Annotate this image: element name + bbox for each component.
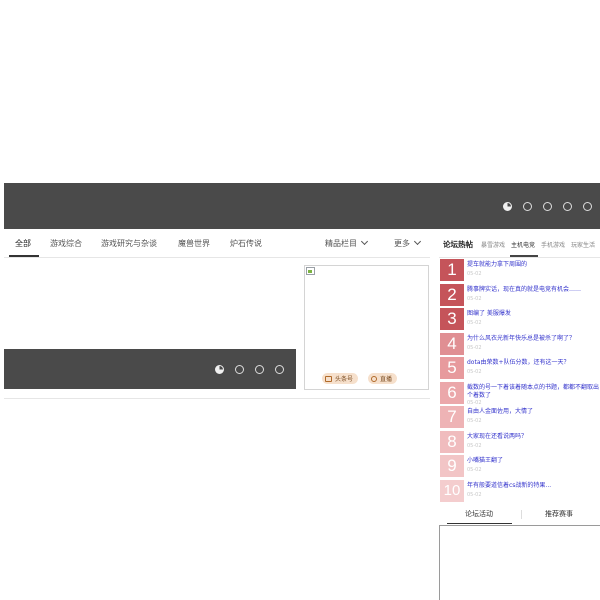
post-title[interactable]: 小嘴猫王翻了 bbox=[467, 457, 600, 465]
post-date: 05-02 bbox=[467, 418, 482, 424]
video-card[interactable]: 头条号 直播 bbox=[304, 265, 429, 390]
post-title[interactable]: 提车就能力拿下周围的 bbox=[467, 261, 600, 269]
tab-game-research[interactable]: 游戏研究与杂谈 bbox=[101, 238, 157, 249]
slider-dot[interactable] bbox=[235, 365, 244, 374]
slider-dot[interactable] bbox=[215, 365, 224, 374]
headline-badge[interactable]: 头条号 bbox=[322, 373, 359, 384]
featured-columns-dropdown[interactable]: 精品栏目 bbox=[325, 237, 369, 249]
banner-dot[interactable] bbox=[563, 202, 572, 211]
banner-dot[interactable] bbox=[503, 202, 512, 211]
badge-label: 直播 bbox=[380, 376, 393, 383]
post-title[interactable]: 图编了 美服爆发 bbox=[467, 310, 600, 318]
list-item[interactable]: 2 腾事牌实话，现在真的就是电竞有机会…… 05-02 bbox=[440, 283, 600, 308]
rank-number: 10 bbox=[440, 479, 464, 502]
tab-warcraft[interactable]: 魔兽世界 bbox=[178, 238, 210, 249]
more-dropdown[interactable]: 更多 bbox=[394, 237, 422, 249]
tab-forum-activity[interactable]: 论坛活动 bbox=[465, 509, 493, 519]
post-title[interactable]: 自由人金面佐用，大情了 bbox=[467, 408, 600, 416]
list-item[interactable]: 1 提车就能力拿下周围的 05-02 bbox=[440, 258, 600, 283]
rank-number: 2 bbox=[440, 283, 464, 306]
list-item[interactable]: 8 大家现在还看说两吗？ 05-02 bbox=[440, 430, 600, 455]
post-date: 05-02 bbox=[467, 295, 482, 302]
rank-number: 9 bbox=[440, 455, 464, 477]
rank-number: 8 bbox=[440, 430, 464, 453]
top-banner bbox=[4, 183, 600, 229]
badge-label: 头条号 bbox=[335, 376, 354, 383]
link-icon bbox=[371, 375, 377, 382]
tab-all[interactable]: 全部 bbox=[15, 238, 31, 249]
slider-pagination bbox=[204, 365, 284, 374]
post-title[interactable]: 大家现在还看说两吗？ bbox=[467, 433, 600, 441]
rank-number: 4 bbox=[440, 332, 464, 355]
list-item[interactable]: 7 自由人金面佐用，大情了 05-02 bbox=[440, 405, 600, 430]
post-title[interactable]: 为什么风衣光新年快乐总是被杀了啊了？ bbox=[467, 335, 600, 343]
rank-number: 1 bbox=[440, 259, 464, 281]
post-title[interactable]: 年有般要道信着cs战新的特果... bbox=[467, 482, 600, 490]
dropdown-label: 精品栏目 bbox=[325, 239, 357, 248]
tab-blizzard-games[interactable]: 暴雪游戏 bbox=[481, 240, 505, 249]
post-date: 05-02 bbox=[467, 467, 482, 473]
tab-player-life[interactable]: 玩家生活 bbox=[571, 240, 595, 249]
rank-number: 6 bbox=[440, 381, 464, 404]
post-date: 05-02 bbox=[467, 369, 482, 375]
post-date: 05-02 bbox=[467, 271, 482, 277]
activity-tab-indicator bbox=[447, 523, 512, 524]
broken-image-icon bbox=[306, 267, 315, 275]
dropdown-label: 更多 bbox=[394, 239, 410, 248]
banner-dot[interactable] bbox=[543, 202, 552, 211]
list-item[interactable]: 3 图编了 美服爆发 05-02 bbox=[440, 307, 600, 332]
post-date: 05-02 bbox=[467, 491, 482, 498]
list-item[interactable]: 4 为什么风衣光新年快乐总是被杀了啊了？ 05-02 bbox=[440, 332, 600, 357]
activity-tabs: 论坛活动 推荐赛事 bbox=[439, 505, 600, 525]
list-item[interactable]: 10 年有般要道信着cs战新的特果... 05-02 bbox=[440, 479, 600, 504]
banner-dot[interactable] bbox=[583, 202, 592, 211]
post-date: 05-02 bbox=[467, 344, 482, 351]
post-date: 05-02 bbox=[467, 320, 482, 326]
hot-post-list: 1 提车就能力拿下周围的 05-02 2 腾事牌实话，现在真的就是电竞有机会……… bbox=[440, 258, 600, 503]
post-title[interactable]: 截数的号一下着该着随本点的书题，都都不翻取出个着数了 bbox=[467, 384, 600, 400]
activity-panel bbox=[439, 525, 600, 600]
list-item[interactable]: 5 dota由荣数+队伍分数，还有这一天？ 05-02 bbox=[440, 356, 600, 381]
forum-title[interactable]: 论坛热帖 bbox=[443, 239, 473, 250]
rank-number: 7 bbox=[440, 406, 464, 428]
post-title[interactable]: dota由荣数+队伍分数，还有这一天？ bbox=[467, 359, 600, 367]
slider-dot[interactable] bbox=[275, 365, 284, 374]
active-tab-indicator bbox=[9, 255, 39, 257]
banner-pagination bbox=[492, 202, 592, 211]
tab-mobile-games[interactable]: 手机游戏 bbox=[541, 240, 565, 249]
tab-console-esports[interactable]: 主机电竞 bbox=[511, 240, 535, 249]
category-tabs: 全部 游戏综合 游戏研究与杂谈 魔兽世界 炉石传说 精品栏目 更多 bbox=[4, 230, 430, 258]
slider-dot[interactable] bbox=[255, 365, 264, 374]
chevron-down-icon bbox=[413, 237, 422, 246]
list-item[interactable]: 6 截数的号一下着该着随本点的书题，都都不翻取出个着数了 05-02 bbox=[440, 381, 600, 406]
forum-tabs: 论坛热帖 暴雪游戏 主机电竞 手机游戏 玩家生活 bbox=[439, 230, 600, 258]
content-divider bbox=[4, 398, 430, 399]
tab-game-general[interactable]: 游戏综合 bbox=[50, 238, 82, 249]
forum-tab-indicator bbox=[510, 255, 538, 257]
tab-separator bbox=[521, 510, 522, 519]
main-slider bbox=[4, 349, 296, 389]
live-badge[interactable]: 直播 bbox=[368, 373, 398, 384]
tab-recommended-events[interactable]: 推荐赛事 bbox=[545, 509, 573, 519]
banner-dot[interactable] bbox=[523, 202, 532, 211]
tv-icon bbox=[325, 375, 332, 382]
chevron-down-icon bbox=[360, 237, 369, 246]
post-date: 05-02 bbox=[467, 442, 482, 449]
list-item[interactable]: 9 小嘴猫王翻了 05-02 bbox=[440, 454, 600, 479]
rank-number: 5 bbox=[440, 357, 464, 379]
forum-sidebar: 论坛热帖 暴雪游戏 主机电竞 手机游戏 玩家生活 1 提车就能力拿下周围的 05… bbox=[439, 230, 600, 600]
post-title[interactable]: 腾事牌实话，现在真的就是电竞有机会…… bbox=[467, 286, 600, 294]
tab-hearthstone[interactable]: 炉石传说 bbox=[230, 238, 262, 249]
rank-number: 3 bbox=[440, 308, 464, 330]
